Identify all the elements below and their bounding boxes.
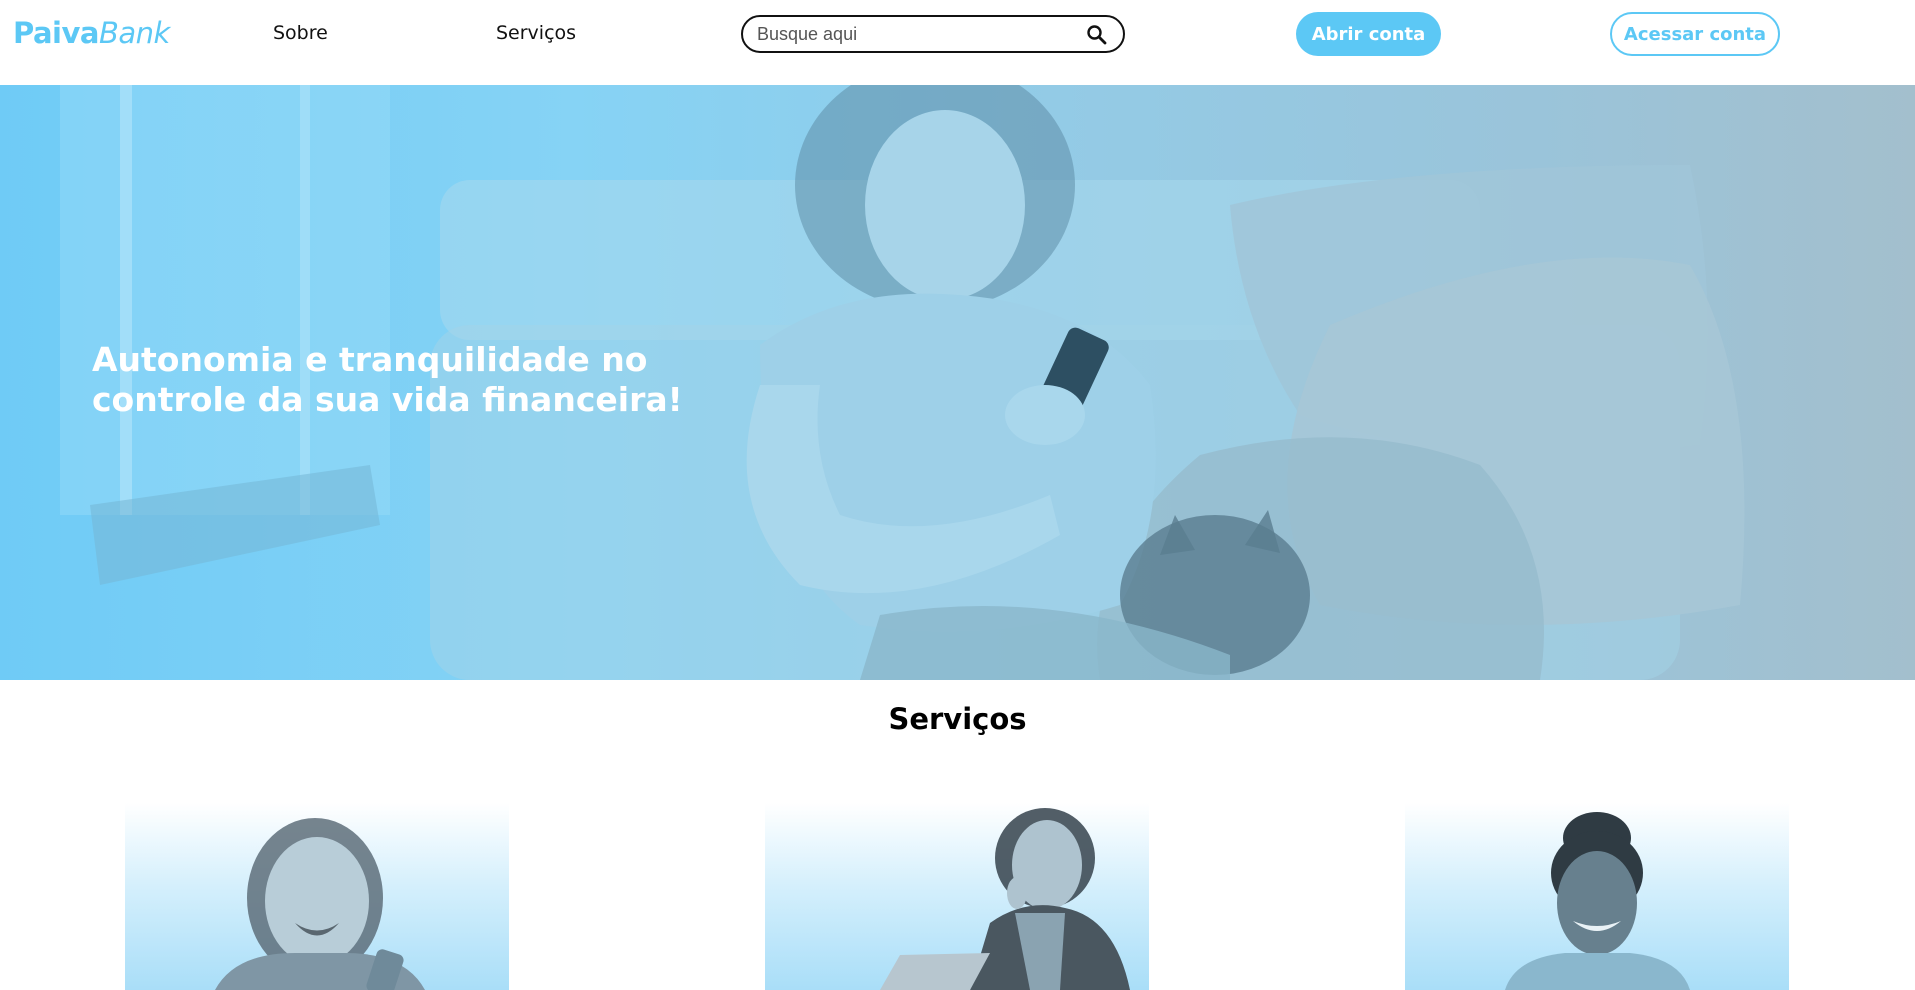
services-title: Serviços bbox=[888, 702, 1027, 736]
access-account-button[interactable]: Acessar conta bbox=[1610, 12, 1780, 56]
service-card-1[interactable] bbox=[125, 803, 509, 990]
service-card-photo bbox=[215, 818, 425, 990]
search-box bbox=[741, 15, 1125, 53]
search-icon[interactable] bbox=[1085, 23, 1109, 47]
service-card-photo bbox=[1505, 812, 1690, 990]
service-card-photo bbox=[880, 808, 1130, 990]
site-header: PaivaBank Sobre Serviços Abrir conta Ace… bbox=[0, 0, 1915, 85]
logo[interactable]: PaivaBank bbox=[13, 16, 170, 50]
hero-title: Autonomia e tranquilidade no controle da… bbox=[92, 340, 683, 419]
nav-link-servicos[interactable]: Serviços bbox=[496, 22, 576, 44]
open-account-button[interactable]: Abrir conta bbox=[1296, 12, 1441, 56]
hero-banner: Autonomia e tranquilidade no controle da… bbox=[0, 85, 1915, 680]
service-card-3[interactable] bbox=[1405, 803, 1789, 990]
nav-link-sobre[interactable]: Sobre bbox=[273, 22, 328, 44]
search-input[interactable] bbox=[757, 21, 1077, 47]
logo-part-bank: Bank bbox=[98, 16, 170, 50]
logo-part-paiva: Paiva bbox=[13, 16, 99, 50]
service-card-2[interactable] bbox=[765, 803, 1149, 990]
